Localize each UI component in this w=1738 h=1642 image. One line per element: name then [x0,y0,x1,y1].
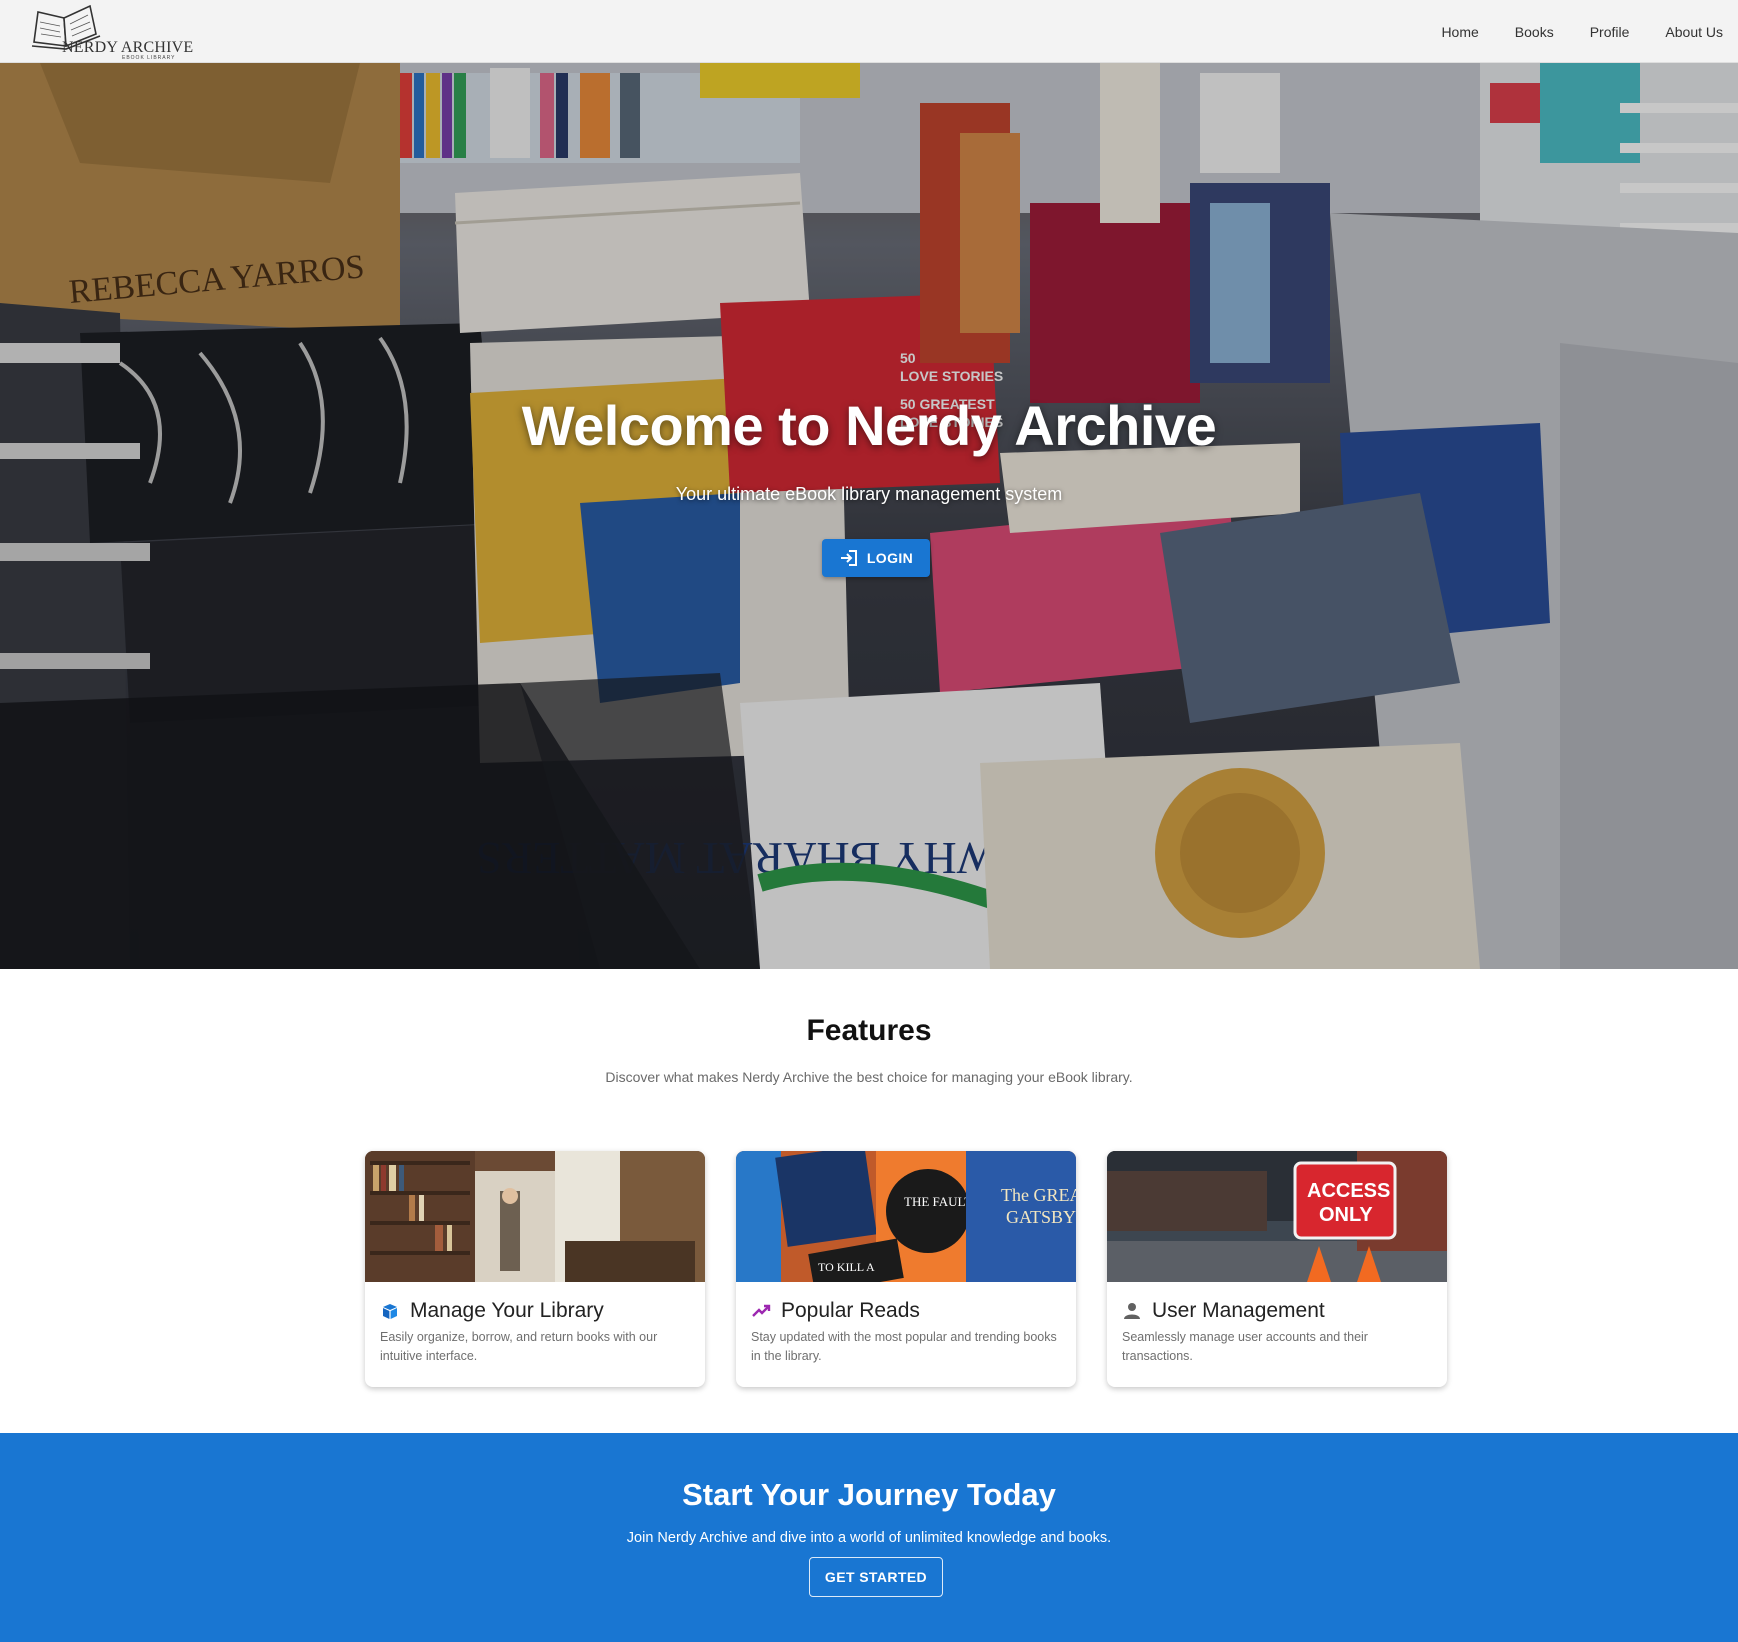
hero-section: REBECCA YARROS 50 GREATEST LOVE STORIES … [0,63,1738,969]
svg-text:THE FAULT: THE FAULT [904,1194,972,1209]
library-shelves-image [365,1151,705,1282]
hero-title: Welcome to Nerdy Archive [521,394,1217,457]
feature-card-title: Manage Your Library [380,1299,604,1323]
feature-card-title-text: Manage Your Library [410,1299,604,1322]
feature-card-title: Popular Reads [751,1299,920,1323]
feature-card-title-text: User Management [1152,1299,1325,1322]
svg-text:GATSBY: GATSBY [1006,1207,1076,1227]
feature-card-user-management[interactable]: ACCESS ONLY User Management Seamlessly m… [1107,1151,1447,1387]
login-icon [840,550,857,566]
feature-card-description: Stay updated with the most popular and t… [751,1330,1057,1363]
hero-subtitle: Your ultimate eBook library management s… [675,484,1063,504]
hero-overlay [0,63,1738,969]
nav-profile-link[interactable]: Profile [1590,24,1630,40]
cta-subtitle: Join Nerdy Archive and dive into a world… [626,1530,1112,1546]
svg-text:The GREAT: The GREAT [1001,1185,1076,1205]
popular-books-image: THE FAULT The GREAT GATSBY TO KILL A [736,1151,1076,1282]
cta-title: Start Your Journey Today [682,1477,1056,1512]
feature-card-title-text: Popular Reads [781,1299,920,1322]
person-icon [1124,1303,1140,1319]
cta-section: Start Your Journey Today Join Nerdy Arch… [0,1433,1738,1642]
access-only-sign-image: ACCESS ONLY [1107,1151,1447,1282]
svg-text:ACCESS: ACCESS [1307,1180,1390,1202]
nav-about-link[interactable]: About Us [1665,24,1723,40]
login-button-label: LOGIN [866,550,914,566]
feature-card-manage-library[interactable]: Manage Your Library Easily organize, bor… [365,1151,705,1387]
login-button[interactable]: LOGIN [822,539,930,577]
feature-card-popular-reads[interactable]: THE FAULT The GREAT GATSBY TO KILL A Pop… [736,1151,1076,1387]
features-title: Features [806,1014,932,1047]
trending-up-icon [752,1304,771,1317]
svg-text:ONLY: ONLY [1319,1204,1373,1226]
nav-books-link[interactable]: Books [1515,24,1554,40]
book-stack-icon [383,1304,397,1319]
brand-logo[interactable]: NERDY ARCHIVE EBOOK LIBRARY [30,2,200,61]
features-subtitle: Discover what makes Nerdy Archive the be… [605,1069,1133,1085]
nav-home-link[interactable]: Home [1441,24,1478,40]
brand-subtitle: EBOOK LIBRARY [122,55,176,61]
top-navbar: NERDY ARCHIVE EBOOK LIBRARY Home Books P… [0,0,1738,63]
feature-card-description: Seamlessly manage user accounts and thei… [1122,1330,1368,1363]
main-nav: Home Books Profile About Us [1405,0,1723,63]
feature-card-description: Easily organize, borrow, and return book… [380,1330,658,1363]
feature-card-title: User Management [1122,1299,1325,1323]
svg-text:TO KILL A: TO KILL A [818,1260,875,1274]
get-started-button[interactable]: GET STARTED [809,1557,943,1597]
